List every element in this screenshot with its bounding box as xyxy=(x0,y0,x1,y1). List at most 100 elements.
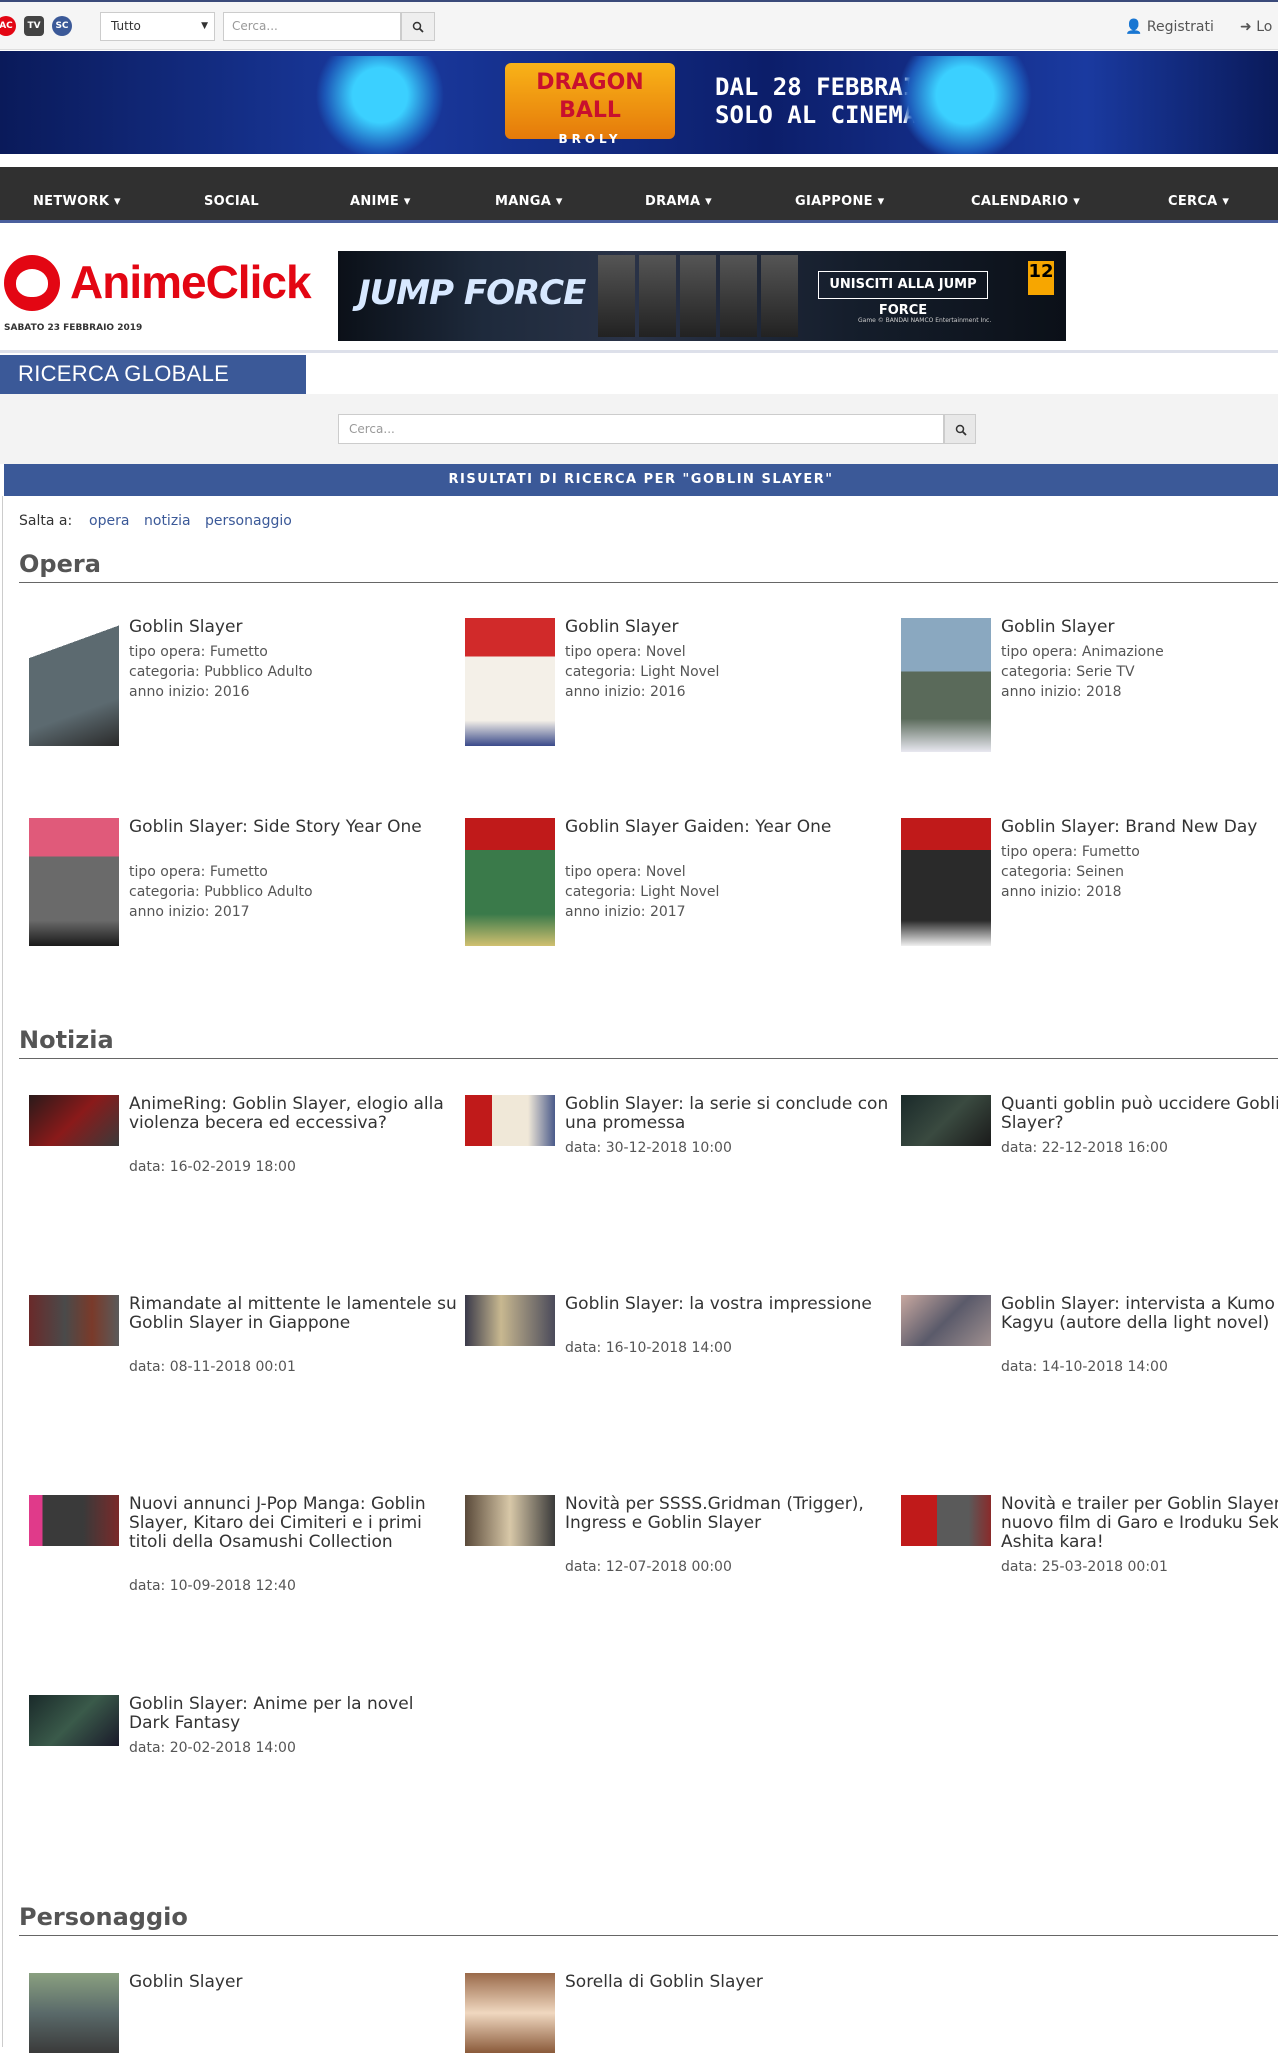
news-title[interactable]: Nuovi annunci J-Pop Manga: Goblin Slayer… xyxy=(129,1495,459,1552)
news-thumbnail[interactable] xyxy=(901,1295,991,1346)
news-thumbnail[interactable] xyxy=(465,1295,555,1346)
opera-title[interactable]: Goblin Slayer xyxy=(129,618,459,637)
top-search-button[interactable] xyxy=(401,12,435,41)
animeclick-cat-logo[interactable] xyxy=(4,255,60,311)
opera-anno: anno inizio: 2017 xyxy=(129,904,250,920)
news-date: data: 14-10-2018 14:00 xyxy=(1001,1359,1168,1375)
opera-title[interactable]: Goblin Slayer Gaiden: Year One xyxy=(565,818,895,837)
opera-cover-image[interactable] xyxy=(465,818,555,946)
news-date: data: 20-02-2018 14:00 xyxy=(129,1740,296,1756)
character-art xyxy=(890,56,1040,154)
news-title[interactable]: Goblin Slayer: la serie si conclude con … xyxy=(565,1095,895,1133)
search-icon xyxy=(412,21,424,33)
opera-title[interactable]: Goblin Slayer xyxy=(565,618,895,637)
news-thumbnail[interactable] xyxy=(901,1095,991,1146)
nav-cerca[interactable]: CERCA ▾ xyxy=(1168,194,1229,209)
jump-link-opera[interactable]: opera xyxy=(89,513,129,529)
search-scope-select[interactable]: Tutto ▼ xyxy=(100,12,215,41)
opera-anno: anno inizio: 2016 xyxy=(565,684,686,700)
user-icon: 👤 xyxy=(1125,19,1143,35)
animeclick-site-icon[interactable]: AC xyxy=(0,16,16,36)
pegi-rating-badge: 12 xyxy=(1028,261,1054,295)
chevron-down-icon: ▼ xyxy=(201,21,208,31)
news-thumbnail[interactable] xyxy=(901,1495,991,1546)
character-image[interactable] xyxy=(29,1973,119,2053)
ad-title: JUMP FORCE xyxy=(358,273,586,313)
nav-manga[interactable]: MANGA ▾ xyxy=(495,194,563,209)
opera-cover-image[interactable] xyxy=(901,818,991,946)
news-thumbnail[interactable] xyxy=(465,1495,555,1546)
opera-categoria: categoria: Serie TV xyxy=(1001,664,1135,680)
nav-giappone[interactable]: GIAPPONE ▾ xyxy=(795,194,885,209)
login-label: Lo xyxy=(1256,19,1273,35)
main-nav: NETWORK ▾ SOCIAL ANIME ▾ MANGA ▾ DRAMA ▾… xyxy=(0,167,1278,223)
opera-categoria: categoria: Light Novel xyxy=(565,664,720,680)
login-link[interactable]: ➜ Lo xyxy=(1240,19,1272,35)
jump-force-ad[interactable]: JUMP FORCE UNISCITI ALLA JUMP FORCE 12 G… xyxy=(338,251,1066,341)
sc-site-icon[interactable]: SC xyxy=(52,16,72,36)
character-image[interactable] xyxy=(465,1973,555,2053)
news-thumbnail[interactable] xyxy=(29,1095,119,1146)
news-thumbnail[interactable] xyxy=(29,1495,119,1546)
opera-cover-image[interactable] xyxy=(465,618,555,746)
news-title[interactable]: Novità per SSSS.Gridman (Trigger), Ingre… xyxy=(565,1495,895,1533)
news-title[interactable]: Goblin Slayer: intervista a Kumo Kagyu (… xyxy=(1001,1295,1278,1333)
opera-tipo: tipo opera: Novel xyxy=(565,644,686,660)
news-title[interactable]: AnimeRing: Goblin Slayer, elogio alla vi… xyxy=(129,1095,459,1133)
nav-network[interactable]: NETWORK ▾ xyxy=(33,194,121,209)
opera-cover-image[interactable] xyxy=(29,818,119,946)
news-date: data: 25-03-2018 00:01 xyxy=(1001,1559,1168,1575)
news-title[interactable]: Novità e trailer per Goblin Slayer, il n… xyxy=(1001,1495,1278,1552)
news-title[interactable]: Goblin Slayer: la vostra impressione xyxy=(565,1295,895,1314)
tv-site-icon[interactable]: TV xyxy=(24,16,44,36)
section-title-personaggio: Personaggio xyxy=(19,1903,188,1931)
news-title[interactable]: Rimandate al mittente le lamentele su Go… xyxy=(129,1295,459,1333)
news-date: data: 08-11-2018 00:01 xyxy=(129,1359,296,1375)
news-date: data: 22-12-2018 16:00 xyxy=(1001,1140,1168,1156)
search-scope-value: Tutto xyxy=(111,19,141,33)
opera-anno: anno inizio: 2016 xyxy=(129,684,250,700)
opera-title[interactable]: Goblin Slayer: Side Story Year One xyxy=(129,818,459,837)
character-name[interactable]: Goblin Slayer xyxy=(129,1973,459,1992)
site-logo[interactable]: AnimeClick xyxy=(70,255,312,309)
opera-title[interactable]: Goblin Slayer: Brand New Day xyxy=(1001,818,1278,837)
opera-categoria: categoria: Seinen xyxy=(1001,864,1124,880)
nav-calendario[interactable]: CALENDARIO ▾ xyxy=(971,194,1080,209)
news-thumbnail[interactable] xyxy=(465,1095,555,1146)
jump-link-personaggio[interactable]: personaggio xyxy=(205,513,292,529)
top-ad-banner[interactable]: DRAGON BALL BROLY DAL 28 FEBBRAIO SOLO A… xyxy=(0,51,1278,154)
opera-anno: anno inizio: 2018 xyxy=(1001,884,1122,900)
nav-drama[interactable]: DRAMA ▾ xyxy=(645,194,712,209)
news-title[interactable]: Quanti goblin può uccidere Goblin Slayer… xyxy=(1001,1095,1278,1133)
opera-tipo: tipo opera: Fumetto xyxy=(129,644,268,660)
logo-line2: BROLY xyxy=(558,132,622,146)
opera-categoria: categoria: Pubblico Adulto xyxy=(129,664,313,680)
nav-social[interactable]: SOCIAL xyxy=(204,194,259,209)
section-title-opera: Opera xyxy=(19,550,101,578)
news-date: data: 30-12-2018 10:00 xyxy=(565,1140,732,1156)
news-title[interactable]: Goblin Slayer: Anime per la novel Dark F… xyxy=(129,1695,459,1733)
global-search-input[interactable]: Cerca... xyxy=(338,414,944,444)
current-date: SABATO 23 FEBBRAIO 2019 xyxy=(4,323,143,333)
character-art xyxy=(310,56,450,154)
opera-title[interactable]: Goblin Slayer xyxy=(1001,618,1278,637)
news-thumbnail[interactable] xyxy=(29,1295,119,1346)
jump-to-label: Salta a: xyxy=(19,513,73,529)
top-search-input[interactable]: Cerca... xyxy=(223,12,401,41)
register-link[interactable]: 👤 Registrati xyxy=(1125,19,1214,35)
news-date: data: 16-02-2019 18:00 xyxy=(129,1159,296,1175)
opera-categoria: categoria: Light Novel xyxy=(565,884,720,900)
opera-cover-image[interactable] xyxy=(29,618,119,746)
ad-legal: Game © BANDAI NAMCO Entertainment Inc. xyxy=(858,317,992,324)
jump-link-notizia[interactable]: notizia xyxy=(144,513,191,529)
opera-tipo: tipo opera: Novel xyxy=(565,864,686,880)
global-search-button[interactable] xyxy=(944,414,976,444)
section-divider xyxy=(19,582,1278,583)
opera-tipo: tipo opera: Fumetto xyxy=(1001,844,1140,860)
news-thumbnail[interactable] xyxy=(29,1695,119,1746)
section-title-notizia: Notizia xyxy=(19,1026,114,1054)
character-name[interactable]: Sorella di Goblin Slayer xyxy=(565,1973,895,1992)
opera-cover-image[interactable] xyxy=(901,618,991,752)
nav-anime[interactable]: ANIME ▾ xyxy=(350,194,411,209)
top-bar: AC TV SC Tutto ▼ Cerca... 👤 Registrati ➜… xyxy=(0,0,1278,50)
